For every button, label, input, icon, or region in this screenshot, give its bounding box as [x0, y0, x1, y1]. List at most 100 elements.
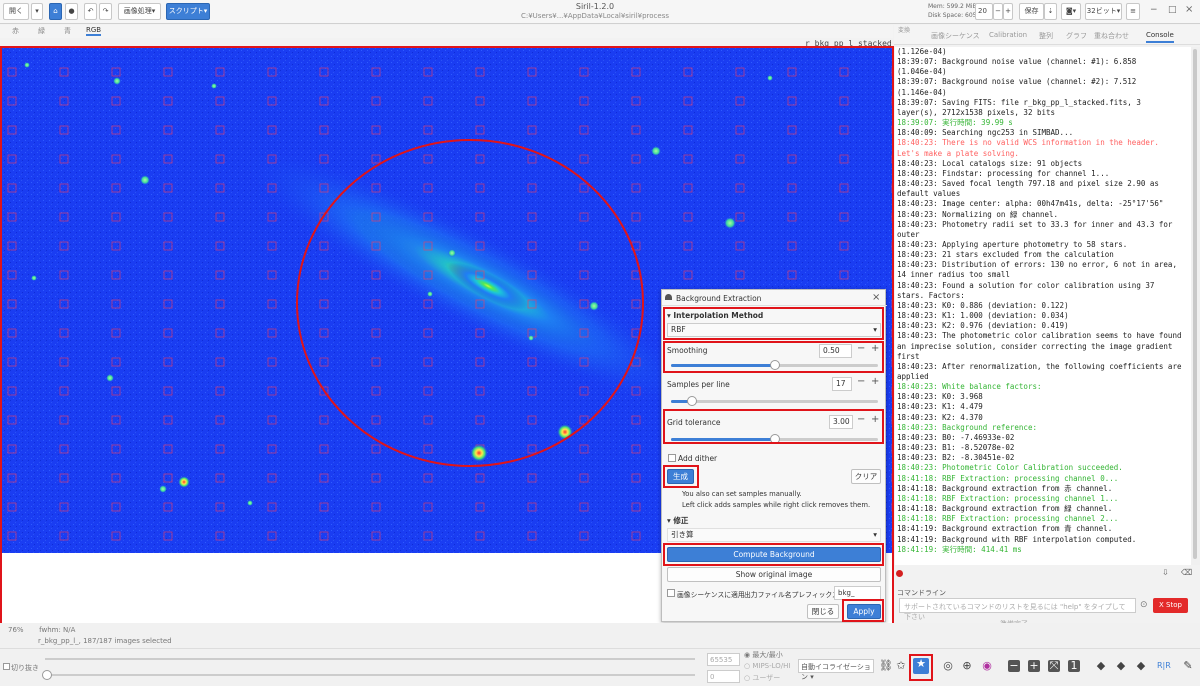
smoothing-input[interactable]: 0.50 — [819, 344, 852, 358]
tab-console[interactable]: Console — [1146, 31, 1174, 43]
bit-depth-menu[interactable]: 32ビット▾ — [1085, 3, 1122, 20]
tab-rgb[interactable]: RGB — [86, 26, 102, 36]
tolerance-slider[interactable] — [671, 434, 878, 444]
console-line: 18:40:23: 21 stars excluded from the cal… — [897, 250, 1114, 260]
redo-icon[interactable]: ↷ — [99, 3, 112, 20]
clear-button[interactable]: クリア — [851, 469, 881, 484]
autostretch-select[interactable]: 自動イコライゼーション ▾ — [798, 659, 874, 681]
minimize-icon[interactable]: − — [1150, 5, 1158, 15]
mode-minmax-radio[interactable]: ◉ 最大/最小 — [744, 650, 783, 660]
compute-background-button[interactable]: Compute Background — [667, 547, 881, 562]
command-input[interactable]: サポートされているコマンドのリストを見るには "help" をタイプして下さい — [899, 598, 1136, 621]
tab-calibration[interactable]: Calibration — [989, 31, 1027, 39]
open-button[interactable]: 開く — [3, 3, 29, 20]
image-processing-menu[interactable]: 画像処理▾ — [118, 3, 161, 20]
tolerance-decrement[interactable]: − — [857, 414, 865, 425]
tab-green[interactable]: 緑 — [38, 26, 45, 36]
interp-header[interactable]: ▾ Interpolation Method — [667, 311, 763, 320]
undo-icon[interactable]: ↶ — [84, 3, 97, 20]
zoom-fit-icon[interactable]: ⤧ — [1048, 660, 1060, 672]
tab-red[interactable]: 赤 — [12, 26, 19, 36]
rotate-right-icon[interactable]: ◆ — [1115, 660, 1127, 672]
add-dither-checkbox[interactable] — [668, 454, 676, 462]
snapshot-icon[interactable]: ◙▾ — [1061, 3, 1081, 20]
stop-button[interactable]: X Stop — [1153, 598, 1188, 613]
tab-blue[interactable]: 青 — [64, 26, 71, 36]
low-value-slider-knob[interactable] — [42, 670, 52, 680]
globe-icon[interactable]: ⊕ — [961, 660, 973, 672]
samples-increment[interactable]: + — [871, 376, 879, 387]
snapshot-icon[interactable]: ◎ — [942, 660, 954, 672]
zoom-out-icon[interactable]: − — [1008, 660, 1020, 672]
console-line: 18:41:18: Background extraction from 緑 c… — [897, 504, 1113, 514]
tolerance-increment[interactable]: + — [871, 414, 879, 425]
low-value-slider[interactable] — [45, 674, 695, 676]
clear-log-icon[interactable]: ⌫ — [1181, 568, 1192, 577]
script-menu[interactable]: スクリプト▾ — [166, 3, 210, 20]
photometry-star-icon[interactable]: ★ — [913, 658, 929, 674]
samples-decrement[interactable]: − — [857, 376, 865, 387]
tab-stacking[interactable]: 重ね合わせ — [1094, 31, 1129, 41]
show-original-button[interactable]: Show original image — [667, 567, 881, 582]
rotate-left-icon[interactable]: ◆ — [1095, 660, 1107, 672]
annotate-icon[interactable]: ✎ — [1182, 660, 1194, 672]
console-line: applied — [897, 372, 929, 381]
smoothing-decrement[interactable]: − — [857, 343, 865, 354]
tab-plot[interactable]: グラフ — [1066, 31, 1087, 41]
close-button[interactable]: 閉じる — [807, 604, 839, 619]
record-icon[interactable]: ● — [65, 3, 78, 20]
hamburger-menu-icon[interactable]: ≡ — [1126, 3, 1140, 20]
crop-checkbox[interactable] — [3, 663, 10, 670]
mode-user-radio[interactable]: ○ ユーザー — [744, 673, 780, 683]
home-icon[interactable]: ⌂ — [49, 3, 62, 20]
correction-header-label: 修正 — [673, 516, 689, 525]
target-icon[interactable]: ◉ — [981, 660, 993, 672]
interp-method-select[interactable]: RBF ▾ — [667, 323, 881, 337]
console-line: 18:41:18: Background extraction from 赤 c… — [897, 483, 1113, 493]
sequence-info: r_bkg_pp_l_, 187/187 images selected — [38, 637, 172, 645]
mode-mips-radio[interactable]: ○ MIPS-LO/HI — [744, 662, 791, 670]
high-value-slider[interactable] — [45, 658, 695, 660]
dialog-close-icon[interactable]: × — [872, 292, 880, 303]
generate-button[interactable]: 生成 — [667, 469, 694, 484]
tab-sequence[interactable]: 画像シーケンス — [931, 31, 980, 41]
threads-increment[interactable]: + — [1003, 3, 1013, 20]
prefix-input[interactable]: bkg_ — [834, 586, 881, 600]
download-log-icon[interactable]: ⇩ — [1162, 568, 1169, 577]
apply-button[interactable]: Apply — [847, 604, 881, 619]
link-icon[interactable]: ⛓ — [879, 660, 893, 672]
correction-header[interactable]: ▾ 修正 — [667, 515, 688, 526]
console-line: 18:41:19: 実行時間: 414.41 ms — [897, 544, 1022, 554]
threads-input[interactable]: 20 — [975, 3, 993, 20]
smoothing-increment[interactable]: + — [871, 343, 879, 354]
correction-select[interactable]: 引き算 ▾ — [667, 528, 881, 542]
console-line: 18:40:23: Background reference: — [897, 422, 1037, 432]
tolerance-input[interactable]: 3.00 — [829, 415, 853, 429]
command-help-icon[interactable]: ⊙ — [1140, 600, 1148, 610]
low-value-input[interactable]: 0 — [707, 670, 740, 683]
mirror-icon[interactable]: ◆ — [1135, 660, 1147, 672]
tab-conversion[interactable]: 変換 — [898, 27, 910, 34]
threads-decrement[interactable]: − — [993, 3, 1003, 20]
maximize-icon[interactable]: □ — [1168, 5, 1177, 15]
console-scrollbar-thumb[interactable] — [1193, 49, 1197, 559]
console-line: 18:40:23: The photometric color calibrat… — [897, 331, 1182, 341]
smoothing-slider[interactable] — [671, 360, 878, 370]
console-line: an imprecise solution, consider correcti… — [897, 341, 1173, 351]
console-line: 18:39:07: 実行時間: 39.99 s — [897, 118, 1013, 128]
samples-slider[interactable] — [671, 396, 878, 406]
close-window-icon[interactable]: × — [1185, 4, 1193, 15]
color-toggle-icon[interactable]: ✩ — [895, 660, 907, 672]
recent-dropdown-button[interactable]: ▾ — [31, 3, 43, 20]
save-as-icon[interactable]: ⇣ — [1044, 3, 1057, 20]
tab-registration[interactable]: 整列 — [1039, 31, 1053, 41]
bit-depth-label: 32ビット — [1086, 7, 1117, 15]
high-value-input[interactable]: 65535 — [707, 653, 740, 666]
zoom-one-icon[interactable]: 1 — [1068, 660, 1080, 672]
samples-input[interactable]: 17 — [832, 377, 852, 391]
zoom-in-icon[interactable]: + — [1028, 660, 1040, 672]
save-button[interactable]: 保存 — [1019, 3, 1044, 20]
console-scrollbar[interactable] — [1191, 47, 1200, 565]
flip-icon[interactable]: R|R — [1157, 660, 1171, 672]
apply-sequence-checkbox[interactable] — [667, 589, 675, 597]
